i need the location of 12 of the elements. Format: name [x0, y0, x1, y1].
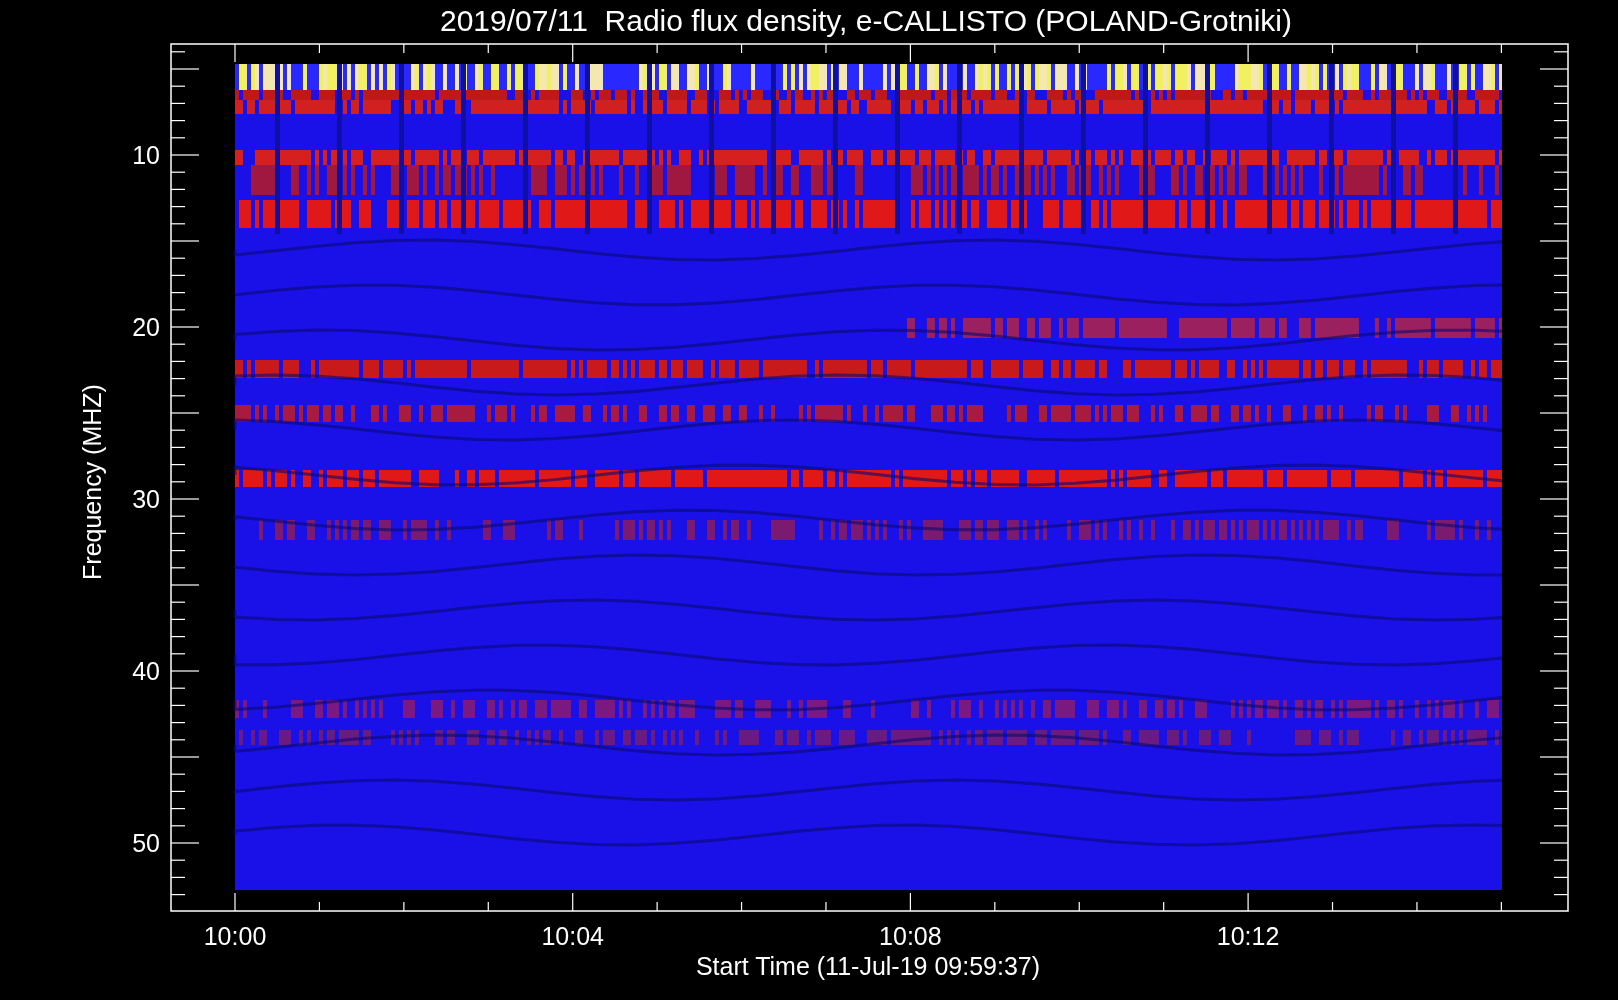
tick-label: 10:12 [1216, 922, 1280, 950]
tick-label: 10:08 [879, 922, 942, 950]
axis-label: Frequency (MHZ) [78, 384, 106, 580]
chart-title: 2019/07/11 Radio flux density, e-CALLISTO (POLAND-Grotniki) [440, 4, 1292, 37]
tick-label: 40 [132, 657, 160, 685]
tick-label: 10:00 [203, 922, 267, 950]
tick-label: 20 [132, 313, 160, 341]
tick-label: 30 [132, 485, 160, 513]
tick-label: 50 [132, 829, 160, 857]
tick-label: 10:04 [541, 922, 604, 950]
axis-label: Start Time (11-Jul-19 09:59:37) [695, 952, 1041, 980]
tick-label: 10 [132, 141, 160, 169]
